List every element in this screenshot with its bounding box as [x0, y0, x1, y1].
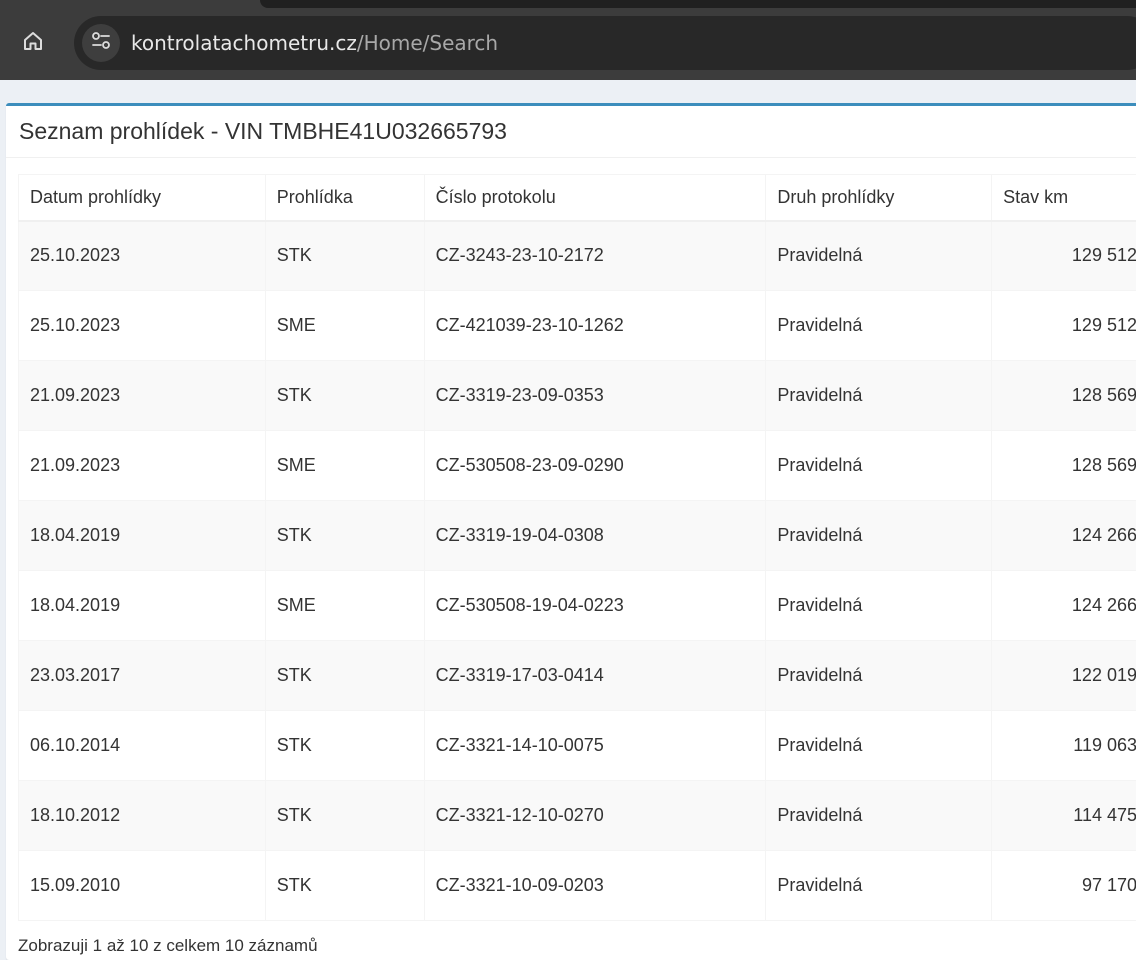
cell-mileage: 119 063 [991, 710, 1136, 781]
cell-inspection: SME [264, 290, 425, 361]
cell-inspection: SME [264, 430, 425, 501]
cell-protocol: CZ-3319-23-09-0353 [423, 360, 767, 431]
table-body: 25.10.2023 STK CZ-3243-23-10-2172 Pravid… [18, 220, 1136, 921]
column-header-kind[interactable]: Druh prohlídky [765, 174, 993, 222]
cell-date: 18.04.2019 [18, 500, 266, 571]
cell-kind: Pravidelná [765, 220, 993, 291]
cell-date: 25.10.2023 [18, 290, 266, 361]
cell-date: 18.04.2019 [18, 570, 266, 641]
cell-inspection: STK [264, 220, 425, 291]
url-host: kontrolatachometru.cz [131, 31, 357, 55]
table-row: 15.09.2010 STK CZ-3321-10-09-0203 Pravid… [18, 850, 1136, 921]
browser-toolbar: kontrolatachometru.cz/Home/Search [0, 0, 1136, 80]
table-row: 18.04.2019 STK CZ-3319-19-04-0308 Pravid… [18, 500, 1136, 571]
table-row: 18.10.2012 STK CZ-3321-12-10-0270 Pravid… [18, 780, 1136, 851]
table-row: 21.09.2023 STK CZ-3319-23-09-0353 Pravid… [18, 360, 1136, 431]
site-info-button[interactable] [82, 24, 120, 62]
cell-mileage: 128 569 [991, 360, 1136, 431]
table-row: 18.04.2019 SME CZ-530508-19-04-0223 Prav… [18, 570, 1136, 641]
cell-protocol: CZ-421039-23-10-1262 [423, 290, 767, 361]
cell-kind: Pravidelná [765, 780, 993, 851]
page-title: Seznam prohlídek - VIN TMBHE41U032665793 [19, 118, 507, 144]
cell-kind: Pravidelná [765, 570, 993, 641]
table-header-row: Datum prohlídky Prohlídka Číslo protokol… [18, 174, 1136, 222]
column-header-mileage[interactable]: Stav km [991, 174, 1136, 222]
cell-inspection: STK [264, 780, 425, 851]
cell-date: 25.10.2023 [18, 220, 266, 291]
cell-mileage: 97 170 [991, 850, 1136, 921]
address-bar[interactable]: kontrolatachometru.cz/Home/Search [74, 16, 1136, 70]
cell-protocol: CZ-3243-23-10-2172 [423, 220, 767, 291]
cell-kind: Pravidelná [765, 500, 993, 571]
cell-mileage: 129 512 [991, 290, 1136, 361]
cell-kind: Pravidelná [765, 430, 993, 501]
url-text[interactable]: kontrolatachometru.cz/Home/Search [131, 30, 498, 56]
cell-kind: Pravidelná [765, 850, 993, 921]
cell-inspection: STK [264, 360, 425, 431]
cell-mileage: 122 019 [991, 640, 1136, 711]
table-row: 25.10.2023 STK CZ-3243-23-10-2172 Pravid… [18, 220, 1136, 291]
cell-inspection: STK [264, 710, 425, 781]
cell-protocol: CZ-530508-23-09-0290 [423, 430, 767, 501]
table-row: 25.10.2023 SME CZ-421039-23-10-1262 Prav… [18, 290, 1136, 361]
column-header-inspection[interactable]: Prohlídka [264, 174, 425, 222]
inspection-list-panel: Seznam prohlídek - VIN TMBHE41U032665793… [6, 103, 1136, 960]
panel-header: Seznam prohlídek - VIN TMBHE41U032665793 [6, 106, 1136, 158]
cell-date: 15.09.2010 [18, 850, 266, 921]
cell-kind: Pravidelná [765, 360, 993, 431]
home-icon [21, 29, 45, 58]
table-row: 06.10.2014 STK CZ-3321-14-10-0075 Pravid… [18, 710, 1136, 781]
cell-mileage: 129 512 [991, 220, 1136, 291]
cell-kind: Pravidelná [765, 710, 993, 781]
cell-kind: Pravidelná [765, 290, 993, 361]
table-row: 21.09.2023 SME CZ-530508-23-09-0290 Prav… [18, 430, 1136, 501]
home-button[interactable] [14, 24, 52, 62]
cell-mileage: 114 475 [991, 780, 1136, 851]
cell-date: 21.09.2023 [18, 430, 266, 501]
cell-inspection: STK [264, 850, 425, 921]
cell-protocol: CZ-3319-19-04-0308 [423, 500, 767, 571]
cell-date: 18.10.2012 [18, 780, 266, 851]
cell-inspection: STK [264, 500, 425, 571]
column-header-protocol[interactable]: Číslo protokolu [423, 174, 767, 222]
url-path: /Home/Search [356, 31, 499, 55]
cell-protocol: CZ-3321-14-10-0075 [423, 710, 767, 781]
cell-mileage: 124 266 [991, 500, 1136, 571]
table-row: 23.03.2017 STK CZ-3319-17-03-0414 Pravid… [18, 640, 1136, 711]
tune-icon [90, 30, 112, 57]
cell-kind: Pravidelná [765, 640, 993, 711]
cell-protocol: CZ-3321-12-10-0270 [423, 780, 767, 851]
cell-date: 21.09.2023 [18, 360, 266, 431]
cell-protocol: CZ-3319-17-03-0414 [423, 640, 767, 711]
cell-date: 06.10.2014 [18, 710, 266, 781]
inspection-table: Datum prohlídky Prohlídka Číslo protokol… [18, 174, 1136, 921]
column-header-date[interactable]: Datum prohlídky [18, 174, 266, 222]
table-info: Zobrazuji 1 až 10 z celkem 10 záznamů [18, 936, 318, 955]
cell-date: 23.03.2017 [18, 640, 266, 711]
cell-mileage: 124 266 [991, 570, 1136, 641]
tab-strip [260, 0, 1136, 8]
cell-inspection: STK [264, 640, 425, 711]
cell-protocol: CZ-530508-19-04-0223 [423, 570, 767, 641]
cell-mileage: 128 569 [991, 430, 1136, 501]
cell-inspection: SME [264, 570, 425, 641]
cell-protocol: CZ-3321-10-09-0203 [423, 850, 767, 921]
